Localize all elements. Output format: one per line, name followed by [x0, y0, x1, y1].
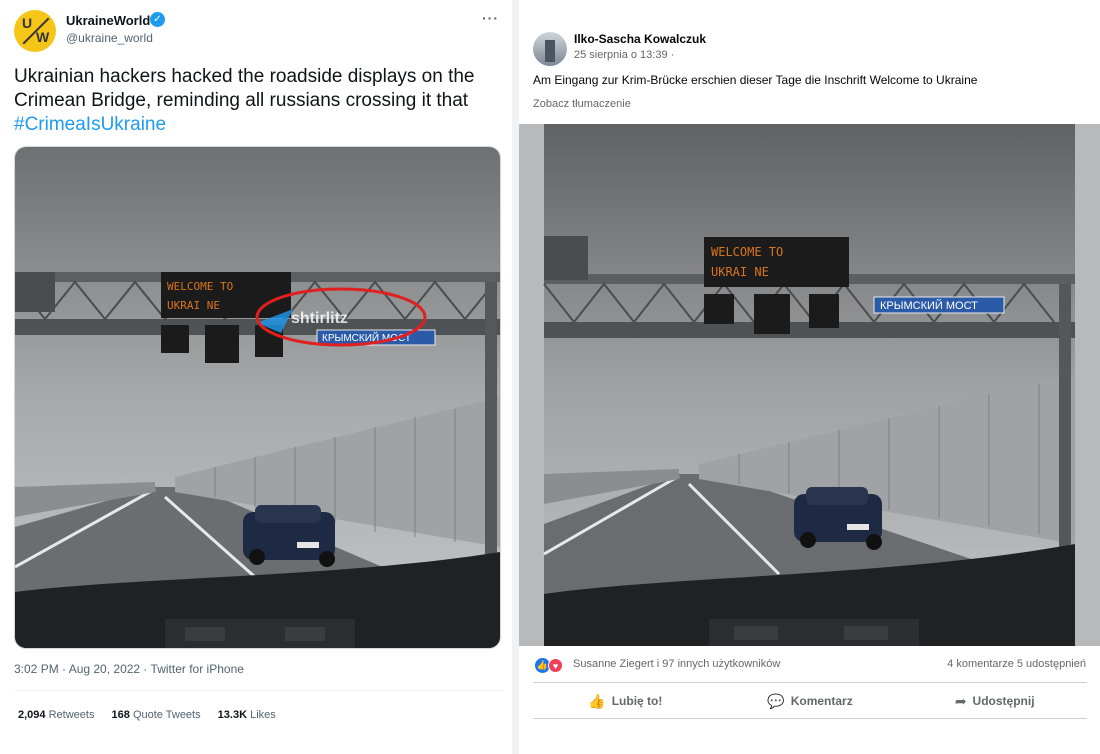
bridge-name-sign: КРЫМСКИЙ МОСТ — [880, 299, 978, 312]
more-options-icon[interactable]: ··· — [482, 10, 499, 26]
likes-count: 13.3K — [217, 709, 248, 721]
led-sign-line2: UKRAI NE — [711, 265, 769, 279]
tweet-photo[interactable]: WELCOME TO UKRAI NE КРЫМСКИЙ МОСТ shtirl… — [14, 146, 501, 649]
led-sign-line1: WELCOME TO — [167, 280, 233, 293]
comment-label: Komentarz — [790, 694, 853, 708]
reactions-summary[interactable]: Susanne Ziegert i 97 innych użytkowników — [573, 658, 780, 670]
account-name[interactable]: UkraineWorld — [66, 13, 150, 28]
like-button[interactable]: 👍 Lubię to! — [533, 684, 718, 718]
quote-tweets-stat[interactable]: 168 Quote Tweets — [112, 709, 201, 721]
likes-stat[interactable]: 13.3K Likes — [218, 709, 276, 721]
love-reaction-icon: ♥ — [548, 658, 563, 673]
divider — [14, 690, 504, 691]
comments-shares-count[interactable]: 4 komentarze 5 udostępnień — [947, 658, 1086, 670]
retweets-count: 2,094 — [18, 709, 46, 721]
post-timestamp[interactable]: 25 sierpnia o 13:39 · — [574, 49, 674, 61]
share-button[interactable]: ➦ Udostępnij — [902, 684, 1087, 718]
tweet-panel: U W UkraineWorld ✓ @ukraine_world ··· Uk… — [0, 0, 512, 754]
post-text: Am Eingang zur Krim-Brücke erschien dies… — [533, 73, 978, 87]
bridge-photo: WELCOME TO UKRAI NE КРЫМСКИЙ МОСТ shtirl… — [15, 147, 500, 648]
led-sign-line1: WELCOME TO — [711, 245, 783, 259]
divider — [533, 718, 1087, 719]
retweets-stat[interactable]: 2,094 Retweets — [18, 709, 94, 721]
facebook-post: Ilko-Sascha Kowalczuk 25 sierpnia o 13:3… — [519, 18, 1100, 754]
avatar-letter-w: W — [36, 29, 50, 45]
divider — [533, 682, 1087, 683]
avatar[interactable] — [533, 32, 567, 66]
tweet-timestamp[interactable]: 3:02 PM · Aug 20, 2022 · Twitter for iPh… — [14, 662, 244, 676]
hashtag-link[interactable]: #CrimeaIsUkraine — [14, 113, 504, 137]
like-icon: 👍 — [588, 692, 606, 709]
post-actions: 👍 Lubię to! 💬 Komentarz ➦ Udostępnij — [533, 684, 1087, 718]
verified-badge-icon: ✓ — [150, 12, 165, 27]
tweet-stats: 2,094 Retweets 168 Quote Tweets 13.3K Li… — [18, 709, 290, 721]
post-photo[interactable]: WELCOME TO UKRAI NE КРЫМСКИЙ МОСТ — [519, 124, 1100, 646]
account-handle[interactable]: @ukraine_world — [66, 31, 153, 45]
share-label: Udostępnij — [972, 694, 1035, 708]
retweets-label: Retweets — [48, 709, 95, 721]
bridge-photo: WELCOME TO UKRAI NE КРЫМСКИЙ МОСТ — [543, 124, 1075, 646]
comment-button[interactable]: 💬 Komentarz — [718, 684, 903, 718]
watermark-text: shtirlitz — [291, 310, 348, 327]
avatar[interactable]: U W — [14, 10, 56, 52]
comment-icon: 💬 — [767, 692, 785, 709]
quote-tweets-label: Quote Tweets — [132, 709, 201, 721]
avatar-letter-u: U — [22, 15, 33, 31]
tweet-body: Ukrainian hackers hacked the roadside di… — [14, 66, 475, 111]
author-name[interactable]: Ilko-Sascha Kowalczuk — [574, 32, 706, 46]
likes-label: Likes — [250, 709, 276, 721]
like-label: Lubię to! — [611, 694, 663, 708]
share-icon: ➦ — [954, 692, 967, 709]
quote-tweets-count: 168 — [111, 709, 130, 721]
led-sign-line2: UKRAI NE — [167, 299, 220, 312]
see-translation-link[interactable]: Zobacz tłumaczenie — [533, 98, 631, 110]
tweet-text: Ukrainian hackers hacked the roadside di… — [14, 65, 504, 137]
panel-divider — [512, 0, 519, 754]
